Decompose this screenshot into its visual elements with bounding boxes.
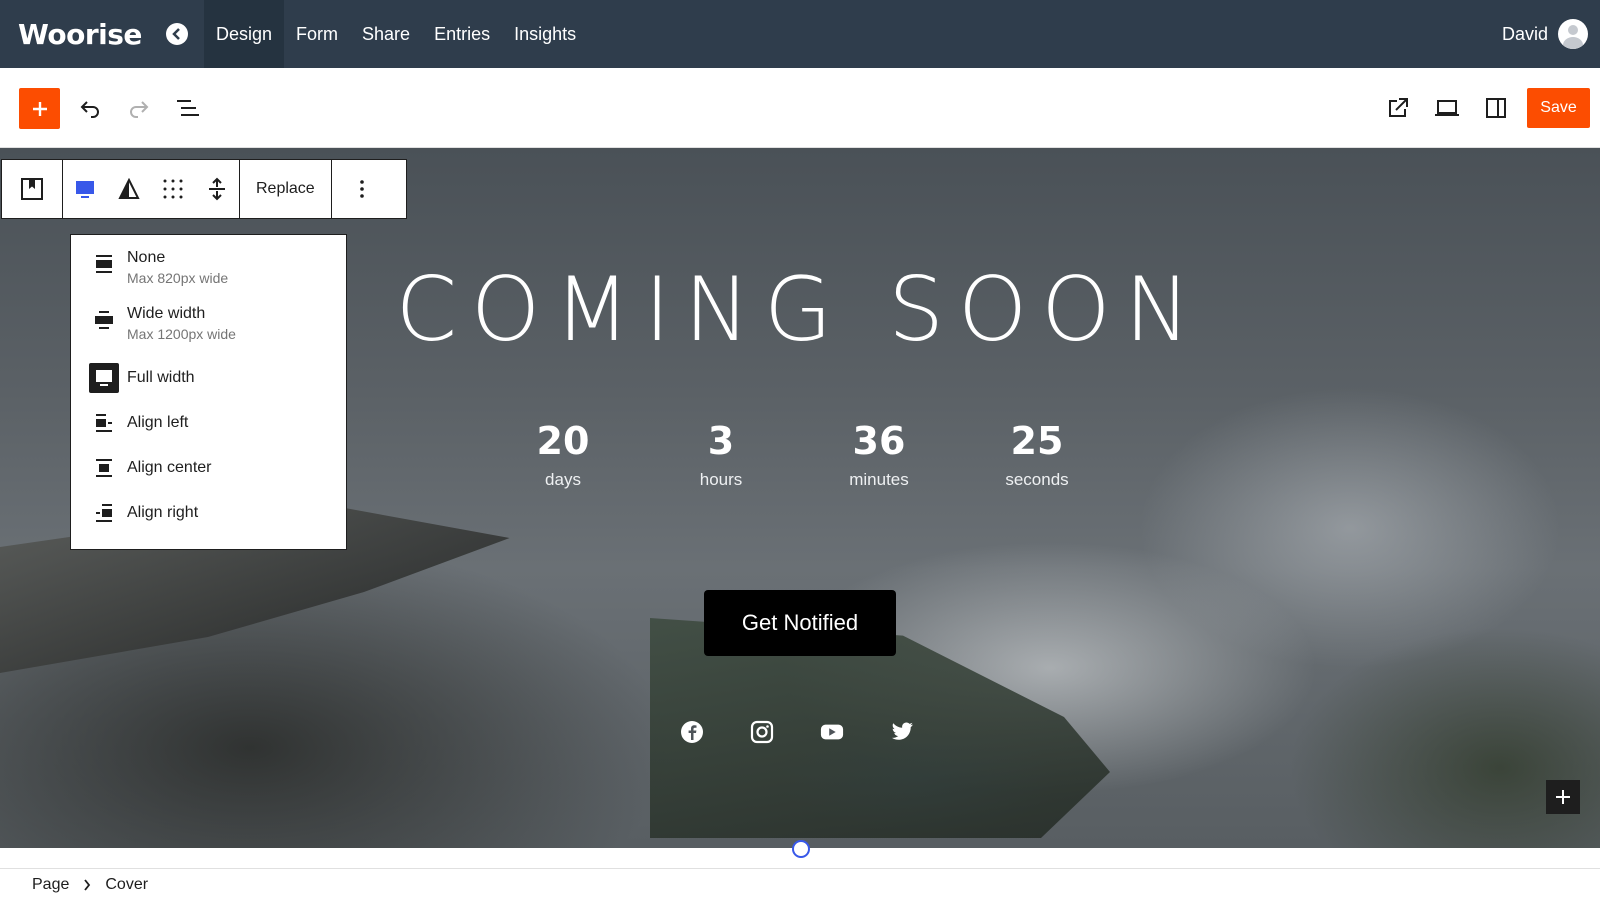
countdown-days: 20 days [484,418,642,490]
menu-item-label: None [127,249,166,266]
countdown-value: 36 [852,419,906,463]
resize-handle[interactable] [792,840,810,858]
redo-button[interactable] [119,88,159,128]
menu-item-label: Wide width [127,305,206,322]
sidebar-icon [1486,98,1506,118]
plus-icon [1556,790,1570,804]
countdown-label: seconds [1005,470,1069,489]
full-height-icon [209,177,225,201]
menu-item-align-center[interactable]: Align center [71,445,346,490]
top-navigation: Woorise Design Form Share Entries Insigh… [0,0,1600,68]
more-vertical-icon [359,180,364,198]
chevron-left-icon [172,28,180,40]
nav-tabs: Design Form Share Entries Insights [204,0,588,68]
document-overview-button[interactable] [168,88,208,128]
countdown-label: days [545,470,581,489]
duotone-icon [118,178,140,199]
menu-item-full-width[interactable]: Full width [71,355,346,400]
align-full-icon [89,362,119,393]
breadcrumb-item-cover[interactable]: Cover [105,876,148,894]
countdown-value: 20 [536,419,590,463]
replace-button[interactable]: Replace [240,160,331,218]
add-block-inline-button[interactable] [1546,780,1580,814]
full-height-button[interactable] [195,160,239,218]
block-controls-group [63,160,240,218]
options-group [332,160,392,218]
undo-icon [80,101,99,118]
menu-item-align-right[interactable]: Align right [71,490,346,535]
duotone-button[interactable] [107,160,151,218]
align-none-icon [89,249,119,279]
woorise-logo[interactable]: Woorise [18,14,142,54]
laptop-icon [1435,100,1459,116]
menu-item-wide-width[interactable]: Wide width Max 1200px wide [71,299,346,355]
tab-design[interactable]: Design [204,0,285,68]
editor-toolbar: Save [0,68,1600,148]
align-wide-icon [89,305,119,335]
align-button[interactable] [63,160,107,218]
menu-item-label: Align center [127,458,212,476]
menu-item-align-left[interactable]: Align left [71,400,346,445]
back-button[interactable] [166,23,188,45]
countdown-hours: 3 hours [642,418,800,490]
facebook-icon[interactable] [680,720,704,744]
save-button[interactable]: Save [1527,88,1590,128]
tab-share[interactable]: Share [350,0,422,68]
align-right-icon [89,498,119,528]
user-menu[interactable]: David [1502,0,1588,68]
menu-item-description: Max 820px wide [127,270,229,286]
cover-block-icon [21,178,43,200]
settings-sidebar-button[interactable] [1476,88,1516,128]
plus-icon [32,101,47,116]
menu-item-label: Align left [127,413,189,431]
menu-item-align-none[interactable]: None Max 820px wide [71,243,346,299]
tab-form[interactable]: Form [284,0,350,68]
get-notified-button[interactable]: Get Notified [704,590,896,656]
redo-icon [130,101,149,118]
countdown-value: 3 [707,419,735,463]
user-name: David [1501,23,1548,44]
social-icons [680,720,914,744]
menu-item-description: Max 1200px wide [127,326,236,342]
youtube-icon[interactable] [820,720,844,744]
countdown-label: minutes [849,470,909,489]
tab-insights[interactable]: Insights [502,0,588,68]
block-type-group [2,160,63,218]
add-block-button[interactable] [19,88,60,129]
list-view-icon [177,100,199,116]
countdown-value: 25 [1010,419,1064,463]
instagram-icon[interactable] [750,720,774,744]
content-position-button[interactable] [151,160,195,218]
block-toolbar: Replace [1,159,407,219]
countdown-seconds: 25 seconds [958,418,1116,490]
align-full-icon [76,181,94,198]
countdown-label: hours [699,470,743,489]
undo-button[interactable] [70,88,110,128]
breadcrumb-item-page[interactable]: Page [32,876,69,894]
tab-entries[interactable]: Entries [422,0,502,68]
preview-external-button[interactable] [1378,88,1418,128]
position-grid-icon [163,179,183,199]
avatar [1558,19,1588,49]
chevron-right-icon [84,878,91,891]
alignment-menu: None Max 820px wide Wide width Max 1200p… [70,234,347,550]
menu-item-label: Align right [127,503,199,521]
countdown-minutes: 36 minutes [800,418,958,490]
external-link-icon [1389,98,1408,117]
twitter-icon[interactable] [890,720,914,744]
block-type-button[interactable] [2,160,62,218]
align-center-icon [89,453,119,483]
device-preview-button[interactable] [1427,88,1467,128]
replace-group: Replace [240,160,332,218]
block-options-button[interactable] [332,160,392,218]
breadcrumb: Page Cover [0,868,1600,900]
menu-item-label: Full width [127,368,195,386]
align-left-icon [89,408,119,438]
